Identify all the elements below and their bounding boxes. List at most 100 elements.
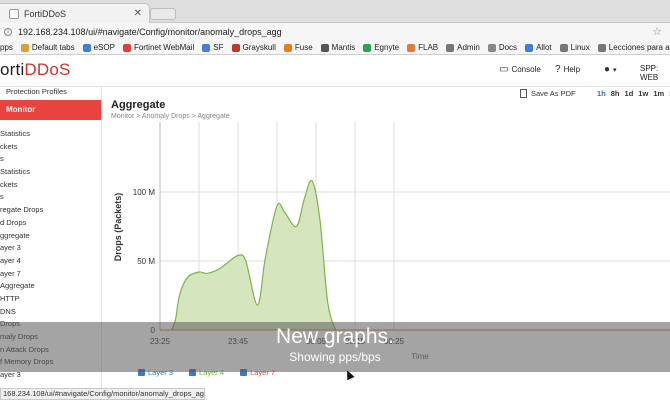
bookmark-label: Allot [536, 43, 552, 52]
bookmark-icon [202, 43, 211, 52]
bookmark-label: Lecciones para apr… [608, 43, 670, 52]
site-info-icon[interactable]: i [4, 28, 12, 36]
sidebar-item[interactable]: d Drops [0, 217, 101, 230]
sidebar-item[interactable]: ckets [0, 179, 101, 192]
save-as-pdf-button[interactable]: Save As PDF [520, 89, 576, 98]
range-1w[interactable]: 1w [638, 89, 648, 98]
bookmark-item[interactable]: SF [202, 43, 224, 52]
bookmark-item[interactable]: Fortinet WebMail [122, 43, 195, 52]
caption-subtitle: Showing pps/bps [289, 350, 381, 364]
user-icon: ● [604, 64, 611, 75]
bookmark-star-icon[interactable]: ☆ [652, 25, 662, 38]
bookmark-label: Fuse [294, 43, 313, 52]
sidebar-item[interactable]: DNS [0, 306, 101, 319]
bookmark-icon [487, 43, 496, 52]
bookmark-label: eSOP [93, 43, 115, 52]
console-button[interactable]: ▭ Console [499, 64, 541, 75]
bookmark-icon [20, 43, 29, 52]
bookmark-label: Admin [457, 43, 480, 52]
sidebar-item[interactable]: s [0, 153, 101, 166]
new-tab-button[interactable] [150, 8, 176, 20]
spp-label: SPP: WEB [640, 64, 659, 82]
bookmark-item[interactable]: Grayskull [231, 43, 276, 52]
bookmark-icon [320, 43, 329, 52]
bookmark-icon [597, 43, 606, 52]
sidebar-item[interactable]: ayer 4 [0, 255, 101, 268]
bookmark-label: Fortinet WebMail [133, 43, 195, 52]
bookmark-label: Docs [498, 43, 518, 52]
bookmark-label: Default tabs [31, 43, 75, 52]
bookmark-icon [407, 43, 416, 52]
sidebar-item[interactable]: ayer 7 [0, 268, 101, 281]
sidebar-item[interactable]: ggregate [0, 230, 101, 243]
tab-close-icon[interactable]: ✕ [134, 8, 142, 19]
browser-status-bar: 168.234.108/ui/#navigate/Config/monitor/… [0, 388, 205, 400]
range-8h[interactable]: 8h [611, 89, 620, 98]
breadcrumb[interactable]: Monitor > Anomaly Drops > Aggregate [111, 113, 230, 120]
sidebar-item[interactable]: ayer 3 [0, 242, 101, 255]
address-url[interactable]: 192.168.234.108/ui/#navigate/Config/moni… [18, 27, 282, 37]
bookmark-icon [525, 43, 534, 52]
range-1h[interactable]: 1h [597, 89, 606, 98]
bookmark-item[interactable]: Mantis [320, 43, 355, 52]
bookmark-icon [363, 43, 372, 52]
sidebar-item[interactable]: Statistics [0, 128, 101, 141]
sidebar-item[interactable]: regate Drops [0, 204, 101, 217]
bookmark-icon [231, 43, 240, 52]
bookmark-item[interactable]: Linux [559, 43, 590, 52]
address-bar[interactable]: i 192.168.234.108/ui/#navigate/Config/mo… [0, 23, 670, 41]
bookmark-item[interactable]: FLAB [407, 43, 438, 52]
bookmark-label: Linux [570, 43, 590, 52]
bookmarks-bar: pps Default tabs eSOP Fortinet WebMail SF Gra… [0, 41, 670, 55]
bookmark-item[interactable]: Admin [446, 43, 480, 52]
bookmark-item[interactable]: eSOP [82, 43, 115, 52]
save-pdf-label: Save As PDF [531, 89, 576, 98]
app-header: ortiDDoS ▭ Console ? Help ● ▾ SPP: WEB [0, 55, 670, 87]
bookmark-item[interactable]: pps [0, 43, 13, 52]
sidebar-item[interactable]: ckets [0, 141, 101, 154]
user-menu-button[interactable]: ● ▾ [604, 64, 617, 75]
range-1d[interactable]: 1d [625, 89, 634, 98]
bookmark-icon [82, 43, 91, 52]
monitor-icon: ▭ [499, 64, 509, 75]
bookmark-item[interactable]: Default tabs [20, 43, 75, 52]
time-range-selector: 1h8h1d1w1m1y [597, 89, 670, 98]
bookmark-icon [122, 43, 131, 52]
video-caption-overlay: New graphs. Showing pps/bps [0, 322, 670, 372]
sidebar-item-monitor[interactable]: Monitor [0, 100, 101, 120]
bookmark-label: Grayskull [242, 43, 276, 52]
bookmark-icon [559, 43, 568, 52]
help-label: Help [563, 65, 581, 74]
sidebar-item-protection-profiles[interactable]: Protection Profiles [0, 87, 67, 96]
app-logo: ortiDDoS [0, 60, 71, 80]
sidebar-item[interactable]: s [0, 191, 101, 204]
bookmark-icon [283, 43, 292, 52]
chevron-down-icon: ▾ [613, 66, 617, 74]
sidebar-item[interactable]: HTTP [0, 293, 101, 306]
sidebar-item[interactable]: Aggregate [0, 280, 101, 293]
bookmark-item[interactable]: Lecciones para apr… [597, 43, 670, 52]
sidebar-item[interactable]: Statistics [0, 166, 101, 179]
logo-suffix: DDoS [24, 60, 71, 79]
y-tick-label: 50 M [137, 257, 155, 266]
bookmark-item[interactable]: Fuse [283, 43, 313, 52]
bookmark-item[interactable]: Egnyte [363, 43, 399, 52]
page-favicon-icon [9, 8, 19, 19]
browser-tab[interactable]: FortiDDoS ✕ [0, 3, 150, 23]
spp-selector[interactable]: SPP: WEB [640, 64, 670, 82]
series-area [171, 180, 336, 330]
y-axis-label: Drops (Packets) [113, 193, 123, 262]
bookmark-label: pps [0, 43, 13, 52]
range-1m[interactable]: 1m [653, 89, 664, 98]
bookmark-label: FLAB [418, 43, 439, 52]
browser-tab-strip: FortiDDoS ✕ [0, 0, 670, 23]
caption-title: New graphs. [276, 325, 394, 348]
bookmark-item[interactable]: Allot [525, 43, 552, 52]
console-label: Console [511, 65, 541, 74]
tab-title: FortiDDoS [24, 8, 67, 19]
bookmark-item[interactable]: Docs [487, 43, 518, 52]
bookmark-label: SF [213, 43, 224, 52]
help-button[interactable]: ? Help [555, 64, 580, 75]
document-icon [520, 89, 527, 98]
page-title: Aggregate [111, 99, 166, 111]
